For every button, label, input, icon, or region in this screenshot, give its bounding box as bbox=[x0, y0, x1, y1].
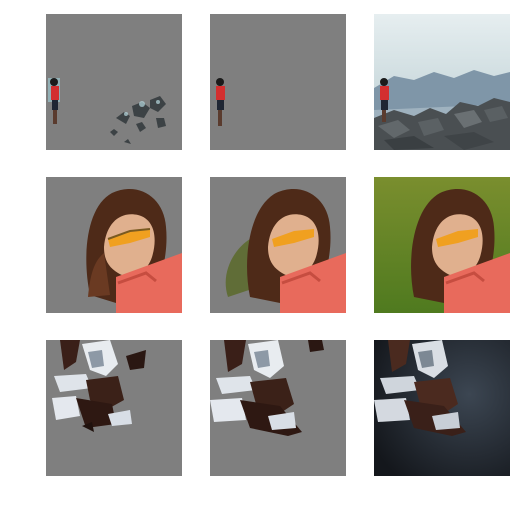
row3-predicted-cutout bbox=[46, 340, 182, 476]
row3-original-image bbox=[374, 340, 510, 476]
row3-ground-truth-cutout bbox=[210, 340, 346, 476]
row1-ground-truth-cutout bbox=[210, 14, 346, 150]
row1-predicted-cutout bbox=[46, 14, 182, 150]
row2-original-image bbox=[374, 177, 510, 313]
row2-ground-truth-cutout bbox=[210, 177, 346, 313]
row2-predicted-cutout bbox=[46, 177, 182, 313]
row1-original-image bbox=[374, 14, 510, 150]
